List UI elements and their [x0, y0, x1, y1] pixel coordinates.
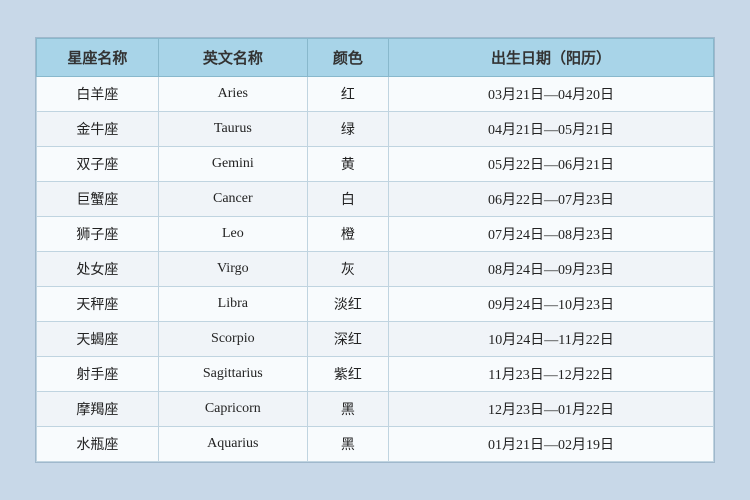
cell-chinese: 金牛座 — [37, 112, 159, 147]
table-row: 水瓶座Aquarius黑01月21日—02月19日 — [37, 427, 714, 462]
table-row: 摩羯座Capricorn黑12月23日—01月22日 — [37, 392, 714, 427]
cell-english: Aquarius — [158, 427, 307, 462]
cell-chinese: 白羊座 — [37, 77, 159, 112]
header-date: 出生日期（阳历） — [389, 39, 714, 77]
cell-date: 06月22日—07月23日 — [389, 182, 714, 217]
zodiac-table: 星座名称 英文名称 颜色 出生日期（阳历） 白羊座Aries红03月21日—04… — [36, 38, 714, 462]
cell-date: 11月23日—12月22日 — [389, 357, 714, 392]
cell-english: Leo — [158, 217, 307, 252]
table-row: 射手座Sagittarius紫红11月23日—12月22日 — [37, 357, 714, 392]
cell-chinese: 狮子座 — [37, 217, 159, 252]
zodiac-table-container: 星座名称 英文名称 颜色 出生日期（阳历） 白羊座Aries红03月21日—04… — [35, 37, 715, 463]
table-row: 天蝎座Scorpio深红10月24日—11月22日 — [37, 322, 714, 357]
cell-date: 12月23日—01月22日 — [389, 392, 714, 427]
table-row: 天秤座Libra淡红09月24日—10月23日 — [37, 287, 714, 322]
cell-chinese: 天秤座 — [37, 287, 159, 322]
cell-date: 04月21日—05月21日 — [389, 112, 714, 147]
table-row: 巨蟹座Cancer白06月22日—07月23日 — [37, 182, 714, 217]
cell-color: 黑 — [307, 392, 388, 427]
cell-english: Libra — [158, 287, 307, 322]
cell-english: Scorpio — [158, 322, 307, 357]
table-header-row: 星座名称 英文名称 颜色 出生日期（阳历） — [37, 39, 714, 77]
cell-date: 01月21日—02月19日 — [389, 427, 714, 462]
header-color: 颜色 — [307, 39, 388, 77]
cell-color: 红 — [307, 77, 388, 112]
header-chinese: 星座名称 — [37, 39, 159, 77]
cell-chinese: 巨蟹座 — [37, 182, 159, 217]
cell-english: Aries — [158, 77, 307, 112]
cell-date: 10月24日—11月22日 — [389, 322, 714, 357]
cell-date: 05月22日—06月21日 — [389, 147, 714, 182]
cell-date: 08月24日—09月23日 — [389, 252, 714, 287]
cell-color: 绿 — [307, 112, 388, 147]
table-row: 双子座Gemini黄05月22日—06月21日 — [37, 147, 714, 182]
cell-chinese: 处女座 — [37, 252, 159, 287]
cell-date: 03月21日—04月20日 — [389, 77, 714, 112]
header-english: 英文名称 — [158, 39, 307, 77]
cell-english: Sagittarius — [158, 357, 307, 392]
cell-chinese: 双子座 — [37, 147, 159, 182]
cell-color: 白 — [307, 182, 388, 217]
cell-date: 07月24日—08月23日 — [389, 217, 714, 252]
cell-color: 橙 — [307, 217, 388, 252]
table-row: 狮子座Leo橙07月24日—08月23日 — [37, 217, 714, 252]
cell-english: Gemini — [158, 147, 307, 182]
cell-color: 淡红 — [307, 287, 388, 322]
table-row: 处女座Virgo灰08月24日—09月23日 — [37, 252, 714, 287]
cell-english: Taurus — [158, 112, 307, 147]
cell-date: 09月24日—10月23日 — [389, 287, 714, 322]
cell-color: 紫红 — [307, 357, 388, 392]
cell-english: Cancer — [158, 182, 307, 217]
cell-english: Virgo — [158, 252, 307, 287]
table-row: 金牛座Taurus绿04月21日—05月21日 — [37, 112, 714, 147]
cell-chinese: 射手座 — [37, 357, 159, 392]
cell-color: 黑 — [307, 427, 388, 462]
cell-color: 深红 — [307, 322, 388, 357]
cell-chinese: 摩羯座 — [37, 392, 159, 427]
cell-color: 灰 — [307, 252, 388, 287]
cell-color: 黄 — [307, 147, 388, 182]
cell-chinese: 水瓶座 — [37, 427, 159, 462]
table-row: 白羊座Aries红03月21日—04月20日 — [37, 77, 714, 112]
cell-chinese: 天蝎座 — [37, 322, 159, 357]
cell-english: Capricorn — [158, 392, 307, 427]
